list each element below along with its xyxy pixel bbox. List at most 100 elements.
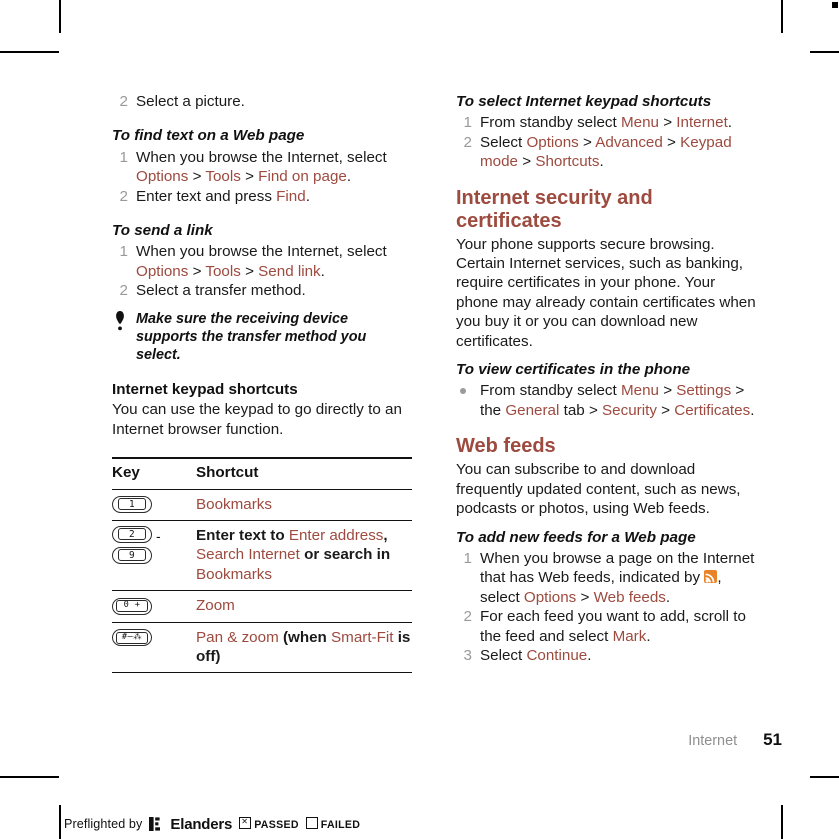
text-run: .: [305, 187, 310, 205]
ui-path-token: Enter address: [288, 526, 384, 544]
step-text: From standby select Menu > Internet.: [480, 114, 732, 131]
footer-section-label: Internet: [688, 733, 738, 749]
list-item: 2 Select Options > Advanced > Keypad mode…: [456, 133, 756, 172]
step-text: Select Continue.: [480, 647, 591, 664]
step-number: 3: [463, 646, 472, 664]
step-list-send-link: 1 When you browse the Internet, select Op…: [112, 242, 412, 300]
ui-path-token: Certificates: [674, 401, 751, 419]
preflight-label: Preflighted by: [64, 817, 143, 831]
table-cell-key: #–⁂: [112, 622, 196, 673]
crop-mark-bottom-left-vertical: [59, 805, 61, 839]
task-heading-send-link: To send a link: [112, 222, 213, 240]
ui-path-token: Menu: [620, 382, 659, 400]
step-number: 2: [119, 187, 128, 205]
text-run: Enter text and press: [136, 187, 277, 205]
subsection-heading-keypad-shortcuts: Internet keypad shortcuts: [112, 380, 298, 398]
text-run: Select a transfer method.: [136, 282, 306, 300]
crop-mark-top-left-vertical: [59, 0, 61, 33]
table-row: 1 Bookmarks: [112, 489, 412, 521]
text-run: From standby select: [480, 114, 621, 132]
step-text: Enter text and press Find.: [136, 188, 310, 205]
text-run: Select: [480, 646, 527, 664]
text-run: >: [188, 262, 206, 280]
table-cell-shortcut: Zoom: [196, 591, 412, 622]
left-column: 2 Select a picture. To find text on a We…: [112, 92, 412, 673]
passed-checkbox[interactable]: [239, 816, 252, 829]
keypad-shortcuts-body: You can use the keypad to go directly to…: [112, 401, 402, 438]
text-run: .: [599, 153, 604, 171]
ui-path-token: Send link: [258, 262, 321, 280]
preflight-brand: Elanders: [170, 815, 233, 833]
page-number: 51: [763, 730, 782, 749]
text-run: ,: [383, 526, 388, 544]
preflight-passed: PASSED: [239, 816, 299, 831]
web-feeds-body: You can subscribe to and download freque…: [456, 461, 741, 518]
step-number: 1: [119, 243, 128, 261]
keypad-key-icon: 2: [112, 525, 152, 543]
table-header-row: Key Shortcut: [112, 458, 412, 489]
text-run: When you browse the Internet, select: [136, 148, 387, 166]
step-number: 2: [119, 93, 128, 110]
tip-note-text: Make sure the receiving device supports …: [136, 310, 367, 364]
list-item: 2 Enter text and press Find.: [112, 187, 412, 206]
keypad-key-icon: #–⁂: [112, 629, 152, 647]
table-cell-key: 0 +: [112, 591, 196, 622]
text-run: .: [665, 588, 671, 606]
text-run: tab >: [559, 401, 603, 419]
rss-feed-icon: [704, 570, 718, 584]
crop-mark-bottom-right-vertical: [781, 805, 783, 839]
text-run: .: [320, 262, 325, 280]
list-item: 2 Select a picture.: [112, 92, 412, 111]
elanders-logo-icon: [149, 817, 161, 831]
manual-page: 2 Select a picture. To find text on a We…: [0, 0, 839, 839]
step-list-find-text: 1 When you browse the Internet, select Op…: [112, 148, 412, 206]
ui-path-token: Bookmarks: [196, 565, 272, 583]
text-run: >: [658, 114, 677, 132]
ui-path-token: Mark: [612, 627, 647, 645]
section-heading-internet-security: Internet security and certificates: [456, 186, 653, 232]
step-number: 2: [463, 608, 472, 626]
keypad-key-label: 9: [118, 549, 146, 562]
table-row: 0 + Zoom: [112, 591, 412, 623]
ui-path-token: Find on page: [258, 168, 347, 186]
key-range-dash: -: [156, 527, 161, 544]
ui-path-token: Tools: [205, 262, 241, 280]
text-run: >: [240, 262, 259, 280]
ui-path-token: Options: [136, 168, 189, 186]
page-footer: Internet 51: [112, 731, 782, 750]
keypad-key-range: 2-9: [112, 525, 196, 568]
step-number: 2: [119, 282, 128, 300]
list-item: 2 Select a transfer method.: [112, 281, 412, 300]
step-text: Select a picture.: [136, 93, 245, 110]
ui-path-token: Settings: [676, 382, 732, 400]
ui-path-token: Web feeds: [593, 588, 666, 606]
crop-mark-top-left-horizontal: [0, 51, 59, 53]
crop-mark-bottom-left-horizontal: [0, 776, 59, 778]
text-run: >: [518, 153, 536, 171]
ui-path-token: Continue: [526, 646, 588, 664]
task-heading-select-shortcuts: To select Internet keypad shortcuts: [456, 93, 712, 110]
step-number: 1: [463, 114, 472, 132]
ui-path-token: Tools: [205, 168, 241, 186]
failed-label: FAILED: [320, 819, 361, 831]
internet-security-body: Your phone supports secure browsing. Cer…: [456, 235, 756, 350]
text-run: >: [656, 401, 675, 419]
table-row: #–⁂ Pan & zoom (when Smart-Fit is off): [112, 622, 412, 673]
text-run: .: [727, 114, 733, 132]
table-cell-shortcut: Pan & zoom (when Smart-Fit is off): [196, 622, 412, 673]
registration-square-icon: [832, 2, 838, 8]
text-run: >: [576, 588, 594, 606]
ui-path-token: Find: [276, 187, 306, 205]
task-heading-view-certificates: To view certificates in the phone: [456, 361, 691, 379]
ui-path-token: General: [505, 401, 560, 419]
step-text: Select a transfer method.: [136, 282, 306, 299]
text-run: (when: [278, 628, 332, 646]
bullet-list-view-certificates: From standby select Menu > Settings > th…: [456, 381, 756, 420]
bullet-icon: [460, 388, 466, 395]
ui-path-token: Options: [523, 588, 577, 606]
ui-path-token: Zoom: [196, 597, 235, 615]
ui-path-token: Options: [526, 133, 579, 151]
list-item: 1 When you browse the Internet, select Op…: [112, 148, 412, 187]
text-run: >: [658, 382, 677, 400]
failed-checkbox[interactable]: [305, 817, 318, 829]
